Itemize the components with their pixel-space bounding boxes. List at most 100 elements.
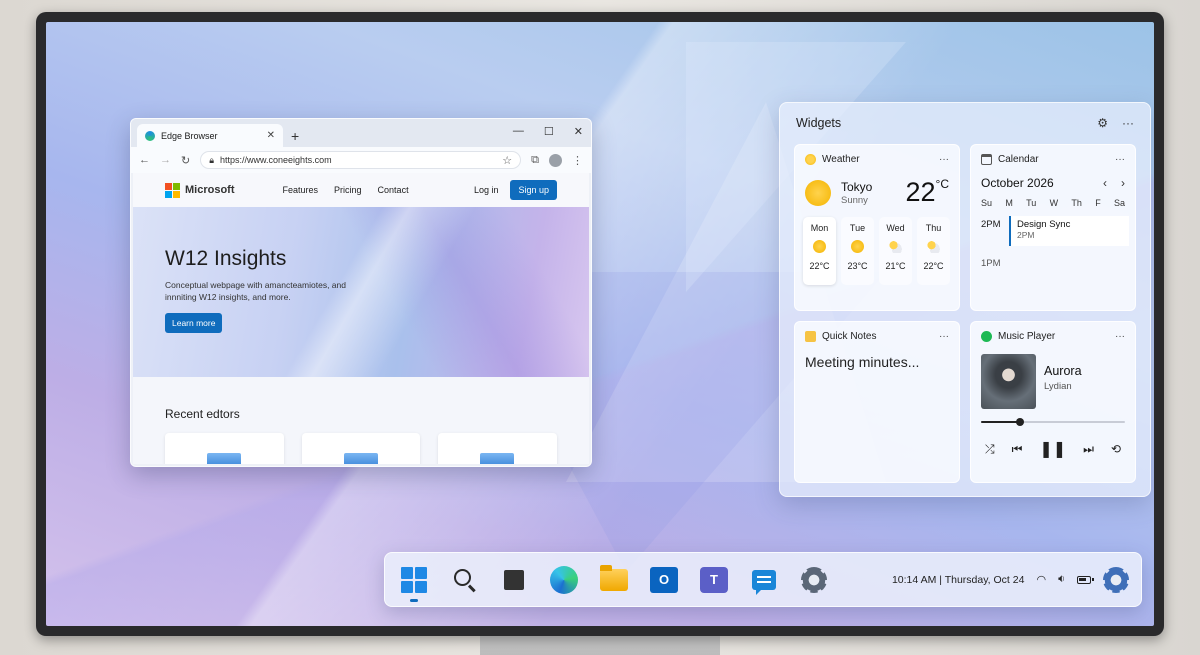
calendar-widget[interactable]: Calendar ··· October 2026 ‹ › Su M Tu W …: [970, 144, 1136, 311]
calendar-title: Calendar: [998, 154, 1039, 165]
weekday-label: Tu: [1026, 198, 1037, 208]
task-view-button[interactable]: [499, 564, 532, 595]
search-icon: [453, 569, 471, 586]
back-arrow-icon[interactable]: ←: [139, 154, 150, 166]
hero-title: W12 Insights: [165, 247, 287, 270]
playback-controls: ⤮ ⏮ ❚❚ ⏭ ⟲: [971, 423, 1135, 459]
calendar-month: October 2026: [981, 176, 1054, 190]
more-options-icon[interactable]: ···: [939, 154, 949, 165]
shuffle-icon[interactable]: ⤮: [985, 442, 995, 457]
recent-card[interactable]: [301, 433, 421, 464]
hero-section: W12 Insights Conceptual webpage with ama…: [133, 207, 589, 377]
new-tab-button[interactable]: +: [291, 128, 299, 144]
address-bar[interactable]: 🔒︎ https://www.coneeights.com ☆: [200, 151, 522, 169]
sun-icon: [805, 179, 831, 206]
close-window-button[interactable]: ✕: [574, 125, 583, 138]
site-links: Features Pricing Contact: [283, 185, 409, 195]
progress-fill: [981, 421, 1020, 423]
temperature-value: 22: [905, 177, 936, 207]
quick-notes-widget[interactable]: Quick Notes ··· Meeting minutes...: [794, 321, 960, 483]
music-widget-header: Music Player ···: [971, 322, 1135, 342]
note-icon: [805, 331, 816, 342]
event-time: 2PM: [981, 219, 1001, 230]
widgets-header: Widgets ⚙ ···: [780, 103, 1150, 143]
forecast-day[interactable]: Thu 22°C: [917, 217, 950, 285]
start-button[interactable]: [399, 565, 429, 602]
pause-icon[interactable]: ❚❚: [1039, 439, 1066, 459]
next-track-icon[interactable]: ⏭: [1083, 442, 1094, 457]
browser-window: Edge Browser ✕ + — ☐ ✕ ← → ↻ 🔒︎ https://…: [130, 118, 592, 467]
settings-gear-icon[interactable]: ⚙: [1097, 116, 1108, 130]
chevron-right-icon[interactable]: ›: [1121, 176, 1125, 190]
close-tab-button[interactable]: ✕: [267, 130, 275, 141]
calendar-event[interactable]: Design Sync 2PM: [1009, 216, 1129, 246]
forecast-day[interactable]: Mon 22°C: [803, 217, 836, 285]
nav-link-pricing[interactable]: Pricing: [334, 185, 362, 195]
monitor-bezel: Edge Browser ✕ + — ☐ ✕ ← → ↻ 🔒︎ https://…: [36, 12, 1164, 636]
teams-button[interactable]: T: [699, 565, 729, 595]
repeat-icon[interactable]: ⟲: [1111, 442, 1121, 456]
gear-icon: [801, 566, 827, 593]
signup-button[interactable]: Sign up: [510, 180, 557, 200]
nav-link-contact[interactable]: Contact: [378, 185, 409, 195]
search-button[interactable]: [449, 565, 479, 595]
notes-body[interactable]: Meeting minutes...: [795, 342, 959, 382]
music-player-widget[interactable]: Music Player ··· Aurora Lydian ⤮ ⏮ ❚❚ ⏭ …: [970, 321, 1136, 483]
more-options-icon[interactable]: ···: [1115, 154, 1125, 165]
outlook-button[interactable]: O: [649, 565, 679, 595]
minimize-button[interactable]: —: [513, 125, 524, 138]
volume-icon[interactable]: 🔉︎: [1058, 573, 1065, 586]
url-text: https://www.coneeights.com: [220, 155, 332, 165]
clock[interactable]: 10:14 AM | Thursday, Oct 24: [892, 574, 1025, 586]
recent-card[interactable]: [165, 433, 284, 464]
wifi-icon[interactable]: ◠: [1036, 573, 1046, 586]
widgets-title: Widgets: [796, 116, 842, 130]
recent-cards: [165, 433, 558, 464]
weather-widget[interactable]: Weather ··· Tokyo Sunny 22°C Mon 22°C Tu…: [794, 144, 960, 311]
playback-progress-bar[interactable]: [981, 418, 1125, 426]
progress-handle[interactable]: [1015, 418, 1024, 426]
file-explorer-button[interactable]: [599, 564, 629, 595]
forecast-day-label: Thu: [925, 223, 942, 233]
more-options-icon[interactable]: ···: [1122, 116, 1134, 130]
battery-icon[interactable]: [1077, 575, 1094, 584]
windows-logo-icon: [401, 566, 427, 593]
collections-icon[interactable]: ⧉: [531, 154, 539, 167]
chevron-left-icon[interactable]: ‹: [1103, 176, 1107, 190]
login-link[interactable]: Log in: [474, 185, 499, 195]
settings-gear-icon[interactable]: [1103, 566, 1129, 593]
more-options-icon[interactable]: ···: [939, 331, 949, 342]
sun-icon: [813, 240, 826, 253]
maximize-button[interactable]: ☐: [544, 125, 554, 138]
taskbar: O T 10:14 AM | Thursday, Oct 24 ◠ 🔉︎: [384, 552, 1142, 607]
more-menu-icon[interactable]: ⋮: [572, 154, 583, 167]
forward-arrow-icon[interactable]: →: [160, 154, 171, 166]
favorite-star-icon[interactable]: ☆: [502, 154, 512, 167]
nav-link-features[interactable]: Features: [283, 185, 319, 195]
tab-title: Edge Browser: [161, 130, 218, 141]
card-thumbnail-icon: [480, 453, 515, 464]
forecast-day[interactable]: Tue 23°C: [841, 217, 874, 285]
weekday-row: Su M Tu W Th F Sa: [971, 190, 1135, 208]
forecast-day[interactable]: Wed 21°C: [879, 217, 912, 285]
song-title: Aurora: [1044, 364, 1082, 378]
previous-track-icon[interactable]: ⏮: [1012, 442, 1023, 457]
logo-square: [165, 182, 172, 190]
profile-avatar[interactable]: [549, 153, 562, 167]
chat-button[interactable]: [749, 565, 779, 595]
forecast-temp: 23°C: [847, 261, 868, 271]
learn-more-button[interactable]: Learn more: [165, 313, 223, 333]
desktop: Edge Browser ✕ + — ☐ ✕ ← → ↻ 🔒︎ https://…: [46, 22, 1154, 626]
lock-icon: 🔒︎: [209, 154, 215, 165]
city-name: Tokyo: [841, 179, 873, 194]
edge-taskbar-button[interactable]: [549, 565, 579, 595]
partly-cloudy-icon: [927, 240, 940, 253]
recent-card[interactable]: [438, 433, 558, 464]
weather-icon: [805, 154, 816, 165]
sun-icon: [851, 240, 864, 253]
refresh-icon[interactable]: ↻: [181, 154, 190, 167]
more-options-icon[interactable]: ···: [1115, 331, 1125, 342]
browser-tab[interactable]: Edge Browser ✕: [137, 124, 283, 147]
settings-taskbar-button[interactable]: [799, 565, 829, 595]
calendar-event-row: 2PM Design Sync 2PM: [971, 208, 1135, 246]
